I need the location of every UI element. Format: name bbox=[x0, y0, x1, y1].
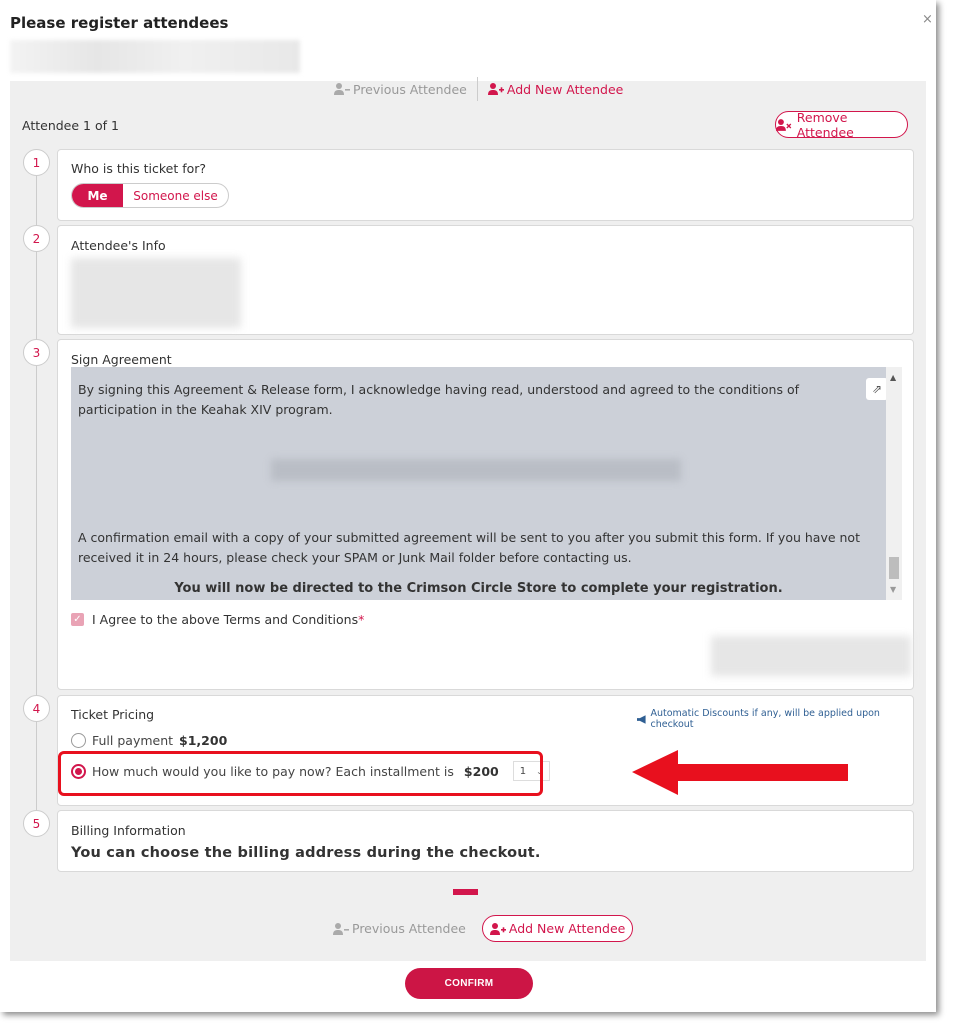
option-someone-else[interactable]: Someone else bbox=[123, 184, 228, 207]
dialog-title: Please register attendees bbox=[10, 14, 229, 32]
agreement-scroll-box[interactable]: By signing this Agreement & Release form… bbox=[71, 367, 902, 600]
user-plus-icon bbox=[487, 83, 504, 95]
scroll-thumb[interactable] bbox=[889, 557, 899, 579]
add-attendee-button[interactable]: Add New Attendee bbox=[487, 81, 624, 97]
close-icon[interactable]: × bbox=[922, 12, 933, 27]
megaphone-icon bbox=[637, 714, 646, 724]
agree-label-wrap: I Agree to the above Terms and Condition… bbox=[92, 612, 364, 627]
step-5-number: 5 bbox=[23, 810, 50, 837]
previous-attendee-button-bottom[interactable]: Previous Attendee bbox=[333, 921, 466, 936]
who-card: Who is this ticket for? Me Someone else bbox=[57, 149, 914, 221]
billing-note: You can choose the billing address durin… bbox=[71, 845, 541, 861]
user-remove-icon bbox=[776, 118, 792, 131]
add-attendee-label: Add New Attendee bbox=[506, 81, 624, 97]
pricing-title: Ticket Pricing bbox=[71, 707, 155, 722]
register-dialog: Please register attendees × Previous Att… bbox=[0, 0, 936, 1012]
discount-note: Automatic Discounts if any, will be appl… bbox=[637, 708, 913, 730]
external-link-icon[interactable]: ⇗ bbox=[866, 378, 888, 400]
blurred-agreement-text bbox=[271, 459, 681, 481]
add-attendee-button-bottom[interactable]: Add New Attendee bbox=[481, 915, 634, 942]
option-me[interactable]: Me bbox=[72, 184, 123, 207]
full-payment-price: $1,200 bbox=[179, 733, 228, 748]
agreement-bold-line: You will now be directed to the Crimson … bbox=[174, 581, 783, 596]
user-minus-icon bbox=[334, 83, 350, 95]
remove-attendee-label: Remove Attendee bbox=[796, 109, 854, 140]
steps-timeline bbox=[36, 163, 37, 833]
blurred-attendee-info bbox=[71, 258, 241, 328]
agreement-paragraph-2: A confirmation email with a copy of your… bbox=[78, 530, 860, 565]
full-payment-radio[interactable] bbox=[71, 733, 86, 748]
nav-divider bbox=[476, 77, 478, 101]
previous-attendee-label: Previous Attendee bbox=[352, 921, 466, 936]
annotation-highlight-box bbox=[58, 751, 543, 796]
attendee-info-card: Attendee's Info bbox=[57, 225, 914, 335]
remove-attendee-button[interactable]: Remove Attendee bbox=[775, 109, 908, 140]
who-title: Who is this ticket for? bbox=[71, 161, 207, 176]
discount-note-text: Automatic Discounts if any, will be appl… bbox=[650, 708, 880, 730]
billing-card: Billing Information You can choose the b… bbox=[57, 810, 914, 872]
agree-checkbox[interactable]: ✓ bbox=[71, 613, 84, 626]
agreement-title: Sign Agreement bbox=[71, 352, 172, 367]
billing-title: Billing Information bbox=[71, 823, 186, 838]
step-4-number: 4 bbox=[23, 695, 50, 722]
attendee-nav-bottom: Previous Attendee Add New Attendee bbox=[333, 915, 634, 942]
user-minus-icon bbox=[333, 922, 349, 935]
blurred-event-name bbox=[10, 40, 300, 73]
attendee-count: Attendee 1 of 1 bbox=[22, 118, 119, 133]
agreement-paragraph-1: By signing this Agreement & Release form… bbox=[78, 382, 799, 417]
scroll-up-icon[interactable]: ▲ bbox=[890, 373, 896, 382]
confirm-button[interactable]: CONFIRM bbox=[405, 968, 533, 999]
attendee-nav-top: Previous Attendee Add New Attendee bbox=[334, 77, 623, 101]
step-2-number: 2 bbox=[23, 225, 50, 252]
add-attendee-label: Add New Attendee bbox=[508, 921, 626, 936]
step-3-number: 3 bbox=[23, 339, 50, 366]
previous-attendee-label: Previous Attendee bbox=[353, 81, 467, 97]
full-payment-option[interactable]: Full payment $1,200 bbox=[71, 733, 227, 748]
step-1-number: 1 bbox=[23, 149, 50, 176]
previous-attendee-button[interactable]: Previous Attendee bbox=[334, 82, 467, 97]
attendee-info-title: Attendee's Info bbox=[71, 238, 166, 253]
agree-label: I Agree to the above Terms and Condition… bbox=[92, 612, 359, 627]
scroll-down-icon[interactable]: ▼ bbox=[890, 585, 896, 594]
annotation-arrow-icon bbox=[632, 750, 848, 795]
who-toggle: Me Someone else bbox=[71, 183, 229, 208]
page-indicator bbox=[453, 889, 478, 895]
agreement-card: Sign Agreement By signing this Agreement… bbox=[57, 339, 914, 690]
agreement-scrollbar[interactable]: ▲ ▼ bbox=[886, 367, 902, 600]
required-mark: * bbox=[358, 612, 365, 627]
blurred-signature bbox=[711, 636, 911, 676]
user-plus-icon bbox=[489, 922, 506, 935]
full-payment-label: Full payment bbox=[92, 733, 174, 748]
agree-row: ✓ I Agree to the above Terms and Conditi… bbox=[71, 612, 364, 627]
